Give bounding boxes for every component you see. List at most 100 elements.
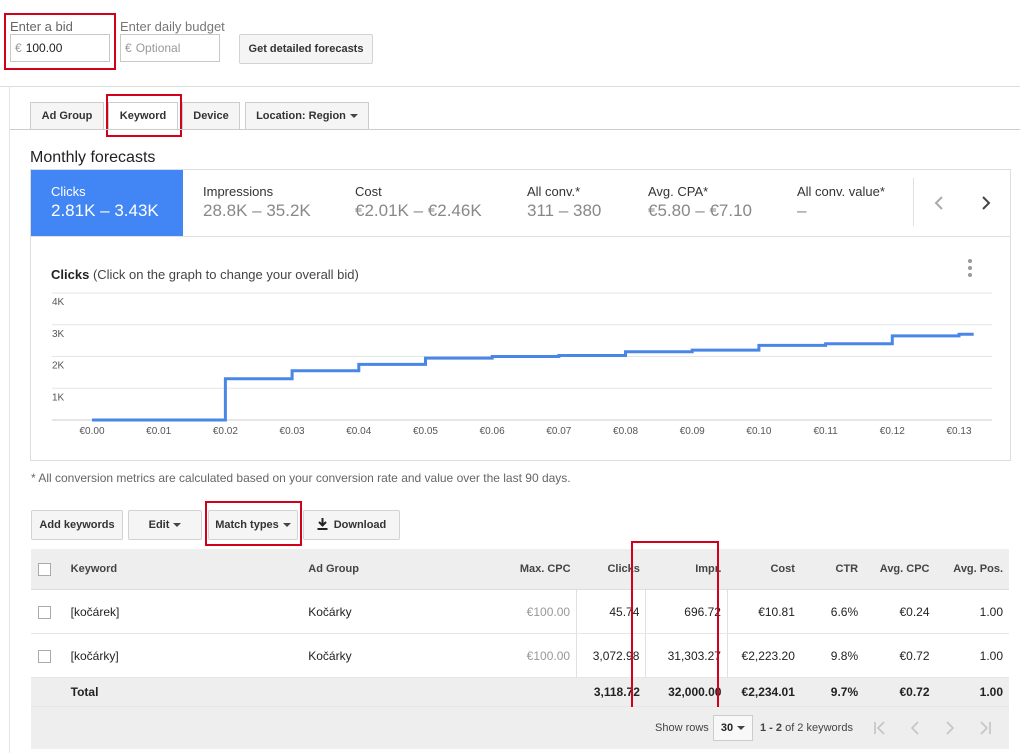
budget-placeholder: Optional	[135, 41, 181, 55]
cell-ad-group[interactable]: Kočárky	[302, 589, 502, 634]
currency-symbol: €	[15, 41, 22, 55]
currency-symbol: €	[125, 41, 132, 55]
budget-input[interactable]: € Optional	[120, 34, 220, 62]
metric-clicks[interactable]: Clicks 2.81K – 3.43K	[31, 170, 183, 236]
col-keyword[interactable]: Keyword	[64, 549, 303, 590]
tab-keyword[interactable]: Keyword	[108, 102, 178, 130]
match-types-button[interactable]: Match types	[208, 510, 298, 540]
total-impr: 32,000.00	[645, 677, 728, 707]
col-ctr[interactable]: CTR	[800, 549, 865, 590]
cell-clicks: 3,072.98	[576, 633, 646, 678]
x-tick-label: €0.01	[146, 426, 171, 437]
tab-location[interactable]: Location: Region	[245, 102, 369, 130]
metric-avg-cpa[interactable]: Avg. CPA* €5.80 – €7.10	[628, 170, 778, 236]
range-text: 1 - 2 of 2 keywords	[760, 722, 853, 734]
more-options-icon[interactable]	[963, 257, 977, 279]
select-all-checkbox[interactable]	[38, 562, 51, 576]
first-page-icon[interactable]	[870, 718, 890, 738]
total-ctr: 9.7%	[800, 677, 865, 707]
cell-impr: 31,303.27	[645, 633, 728, 678]
metric-value: €2.01K – €2.46K	[355, 201, 482, 220]
total-avg-cpc: €0.72	[864, 677, 936, 707]
cell-clicks: 45.74	[576, 589, 646, 634]
add-keywords-button[interactable]: Add keywords	[31, 510, 123, 540]
edit-button[interactable]: Edit	[128, 510, 202, 540]
metrics-nav-divider	[913, 178, 914, 226]
x-tick-label: €0.03	[280, 426, 305, 437]
bid-input[interactable]: € 100.00	[10, 34, 110, 62]
chart-title-hint: (Click on the graph to change your overa…	[92, 267, 359, 282]
match-types-label: Match types	[215, 519, 279, 531]
table-total-row: Total 3,118.72 32,000.00 €2,234.01 9.7% …	[31, 677, 1009, 707]
col-max-cpc[interactable]: Max. CPC	[501, 549, 577, 590]
metric-all-conv[interactable]: All conv.* 311 – 380	[507, 170, 627, 236]
prev-page-icon[interactable]	[905, 718, 925, 738]
cell-keyword[interactable]: [kočárky]	[64, 633, 303, 678]
metric-name: Cost	[355, 184, 382, 199]
tab-ad-group[interactable]: Ad Group	[30, 102, 104, 130]
x-tick-label: €0.00	[79, 426, 104, 437]
metric-impressions[interactable]: Impressions 28.8K – 35.2K	[183, 170, 333, 236]
metric-value: 2.81K – 3.43K	[51, 201, 159, 220]
next-page-icon[interactable]	[940, 718, 960, 738]
last-page-icon[interactable]	[975, 718, 995, 738]
tab-location-label: Location: Region	[256, 110, 346, 122]
metric-all-conv-value[interactable]: All conv. value* –	[777, 170, 913, 236]
rows-per-page-select[interactable]: 30	[713, 715, 753, 741]
metric-value: 311 – 380	[527, 201, 602, 220]
row-checkbox[interactable]	[38, 649, 51, 663]
col-cost[interactable]: Cost	[727, 549, 801, 590]
budget-label: Enter daily budget	[120, 19, 225, 34]
get-forecasts-button[interactable]: Get detailed forecasts	[239, 34, 373, 64]
col-ad-group[interactable]: Ad Group	[302, 549, 502, 590]
y-tick-label: 4K	[52, 297, 65, 308]
chart-title-metric: Clicks	[51, 267, 90, 282]
tab-device[interactable]: Device	[182, 102, 240, 130]
chevron-right-icon[interactable]	[977, 191, 997, 215]
col-avg-pos[interactable]: Avg. Pos.	[935, 549, 1009, 590]
metric-name: Impressions	[203, 184, 274, 199]
x-tick-label: €0.06	[480, 426, 505, 437]
chevron-down-icon	[173, 523, 182, 527]
divider	[0, 86, 1020, 87]
table-header-row: Keyword Ad Group Max. CPC Clicks Impr. C…	[31, 549, 1009, 590]
metric-value: €5.80 – €7.10	[648, 201, 752, 220]
cell-avg-cpc: €0.24	[864, 589, 936, 634]
range-rest: of 2 keywords	[785, 722, 853, 734]
cell-ad-group[interactable]: Kočárky	[302, 633, 502, 678]
total-avg-pos: 1.00	[935, 677, 1009, 707]
show-rows-label: Show rows	[655, 722, 709, 734]
metric-name: All conv. value*	[797, 184, 885, 199]
clicks-chart[interactable]: 4K 3K 2K 1K €0.00 €0.01 €0.02 €0.03 €0.04 €0.05 €0…	[40, 285, 1002, 445]
keyword-table: Keyword Ad Group Max. CPC Clicks Impr. C…	[31, 549, 1009, 707]
download-button[interactable]: Download	[303, 510, 400, 540]
col-impr[interactable]: Impr.	[645, 549, 728, 590]
col-avg-cpc[interactable]: Avg. CPC	[864, 549, 936, 590]
cell-max-cpc[interactable]: €100.00	[501, 633, 577, 678]
bid-label: Enter a bid	[10, 19, 73, 34]
cell-keyword[interactable]: [kočárek]	[64, 589, 303, 634]
clicks-series-line[interactable]	[92, 332, 974, 422]
metric-value: –	[797, 201, 807, 220]
cell-avg-pos: 1.00	[935, 633, 1009, 678]
x-tick-label: €0.04	[346, 426, 371, 437]
metric-cost[interactable]: Cost €2.01K – €2.46K	[335, 170, 505, 236]
cell-max-cpc[interactable]: €100.00	[501, 589, 577, 634]
range-bold: 1 - 2	[760, 722, 783, 734]
tabs-baseline	[10, 129, 1020, 130]
metric-value: 28.8K – 35.2K	[203, 201, 311, 220]
pagination-bar	[31, 707, 1009, 749]
total-label: Total	[64, 677, 303, 707]
cell-ctr: 9.8%	[800, 633, 865, 678]
rows-per-page-value: 30	[720, 722, 734, 734]
cell-avg-cpc: €0.72	[864, 633, 936, 678]
cell-avg-pos: 1.00	[935, 589, 1009, 634]
chevron-left-icon[interactable]	[930, 191, 950, 215]
col-clicks[interactable]: Clicks	[576, 549, 646, 590]
metric-name: Clicks	[51, 184, 86, 199]
total-cost: €2,234.01	[727, 677, 801, 707]
cell-cost: €10.81	[726, 589, 801, 634]
chart-title: Clicks (Click on the graph to change you…	[51, 267, 359, 282]
chevron-down-icon	[349, 114, 358, 118]
row-checkbox[interactable]	[38, 605, 51, 619]
